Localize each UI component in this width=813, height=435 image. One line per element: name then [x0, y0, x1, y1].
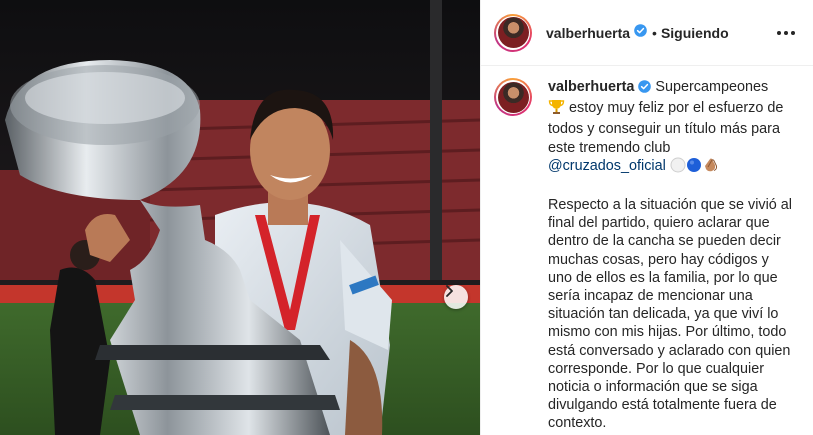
mention-link[interactable]: @cruzados_oficial — [548, 158, 666, 174]
avatar-image — [497, 17, 529, 48]
more-options-button[interactable] — [773, 27, 799, 39]
caption-paragraph-2: Respecto a la situación que se vivió al … — [548, 197, 792, 432]
chevron-right-icon — [446, 285, 453, 297]
more-dot-icon — [777, 30, 781, 35]
verified-badge-icon — [634, 23, 647, 42]
header-username[interactable]: valberhuerta — [546, 25, 630, 41]
clapping-hands-icon — [702, 157, 719, 178]
carousel-next-button[interactable] — [444, 285, 468, 309]
caption-line1: Supercampeones — [655, 79, 769, 95]
caption-avatar-image — [497, 81, 529, 113]
trophy-icon — [548, 98, 565, 120]
caption-text: valberhuerta Supercampeones estoy muy fe… — [548, 78, 792, 433]
post-header: valberhuerta • Siguiendo — [481, 0, 813, 66]
verified-badge-icon — [638, 80, 652, 98]
caption-username[interactable]: valberhuerta — [548, 79, 634, 95]
avatar-border — [496, 15, 530, 50]
following-button[interactable]: Siguiendo — [661, 25, 729, 41]
caption-avatar[interactable] — [494, 78, 532, 116]
white-circle-icon — [670, 157, 686, 178]
post-side-panel: valberhuerta • Siguiendo valberhuerta Su… — [480, 0, 813, 435]
avatar[interactable] — [494, 13, 532, 52]
more-dot-icon — [791, 30, 795, 35]
caption-paragraph-1: valberhuerta Supercampeones estoy muy fe… — [548, 78, 792, 178]
blue-circle-icon — [686, 157, 702, 178]
caption-line2: estoy muy feliz por el esfuerzo de todos… — [548, 100, 784, 156]
post-photo[interactable] — [0, 0, 480, 435]
post-photo-art — [0, 0, 480, 435]
header-separator: • — [652, 24, 657, 41]
post-caption: valberhuerta Supercampeones estoy muy fe… — [481, 66, 813, 433]
caption-avatar-border — [496, 80, 530, 114]
more-dot-icon — [784, 30, 788, 35]
